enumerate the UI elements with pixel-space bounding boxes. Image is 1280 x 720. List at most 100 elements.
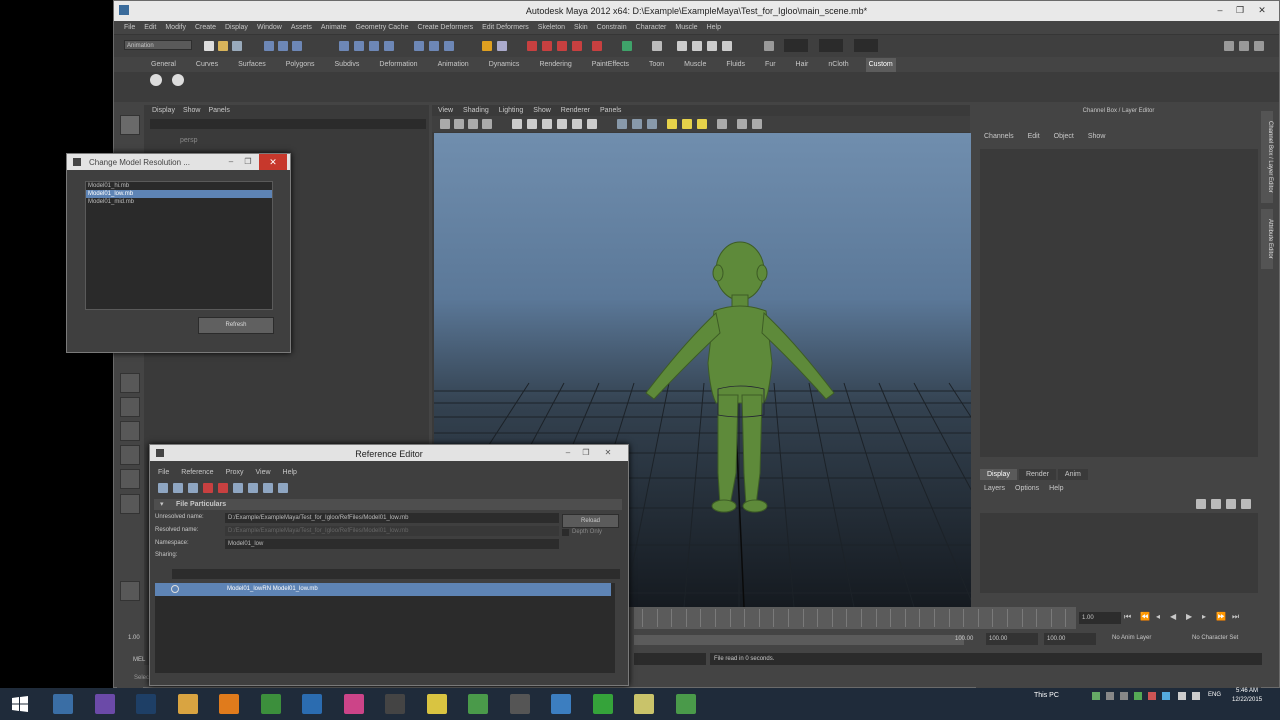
tree-view-icon[interactable]: [263, 483, 273, 493]
layout-custom-icon[interactable]: [120, 581, 140, 601]
wireframe-icon[interactable]: [617, 119, 627, 129]
shelf-tab-rendering[interactable]: Rendering: [536, 58, 574, 72]
reload-reference-icon[interactable]: [173, 483, 183, 493]
vp-menu-panels[interactable]: Panels: [600, 105, 621, 116]
vp-menu-view[interactable]: View: [438, 105, 453, 116]
safe-action-icon[interactable]: [587, 119, 597, 129]
snap-plane-icon[interactable]: [384, 41, 394, 51]
panel-three-icon[interactable]: [722, 41, 732, 51]
film-gate-icon[interactable]: [527, 119, 537, 129]
reference-tree[interactable]: Model01_lowRN Model01_low.mb: [155, 583, 615, 673]
menu-edit[interactable]: Edit: [144, 21, 156, 34]
re-menu-proxy[interactable]: Proxy: [226, 469, 244, 476]
outliner-menu-panels[interactable]: Panels: [208, 105, 229, 117]
menu-help[interactable]: Help: [707, 21, 721, 34]
tray-icon-4[interactable]: [1134, 692, 1142, 700]
step-forward-icon[interactable]: ⏩: [1216, 612, 1226, 621]
toggle-panel-icon[interactable]: [652, 41, 662, 51]
command-language[interactable]: MEL: [133, 657, 145, 663]
shelf-tab-curves[interactable]: Curves: [193, 58, 221, 72]
menu-animate[interactable]: Animate: [321, 21, 347, 34]
menu-skeleton[interactable]: Skeleton: [538, 21, 565, 34]
layout-outliner-icon[interactable]: [120, 469, 140, 489]
panel-one-icon[interactable]: [692, 41, 702, 51]
anim-start-field[interactable]: 100.00: [986, 633, 1038, 645]
magnet-icon[interactable]: [497, 41, 507, 51]
layer-editor-area[interactable]: [980, 513, 1258, 593]
shelf-tab-custom[interactable]: Custom: [865, 58, 896, 72]
clock-date[interactable]: 12/22/2015: [1232, 697, 1262, 703]
hypershade-icon[interactable]: [572, 41, 582, 51]
character-set-dropdown[interactable]: No Character Set: [1192, 635, 1238, 641]
tray-icon-1[interactable]: [1092, 692, 1100, 700]
shelf-script-icon-2[interactable]: [172, 74, 184, 86]
layer-menu-options[interactable]: Options: [1015, 485, 1039, 492]
cb-menu-object[interactable]: Object: [1054, 131, 1074, 143]
taskbar-visual-studio-button[interactable]: [88, 690, 122, 718]
shadows-icon[interactable]: [697, 119, 707, 129]
replace-reference-icon[interactable]: [233, 483, 243, 493]
render-frame-icon[interactable]: [527, 41, 537, 51]
go-to-start-icon[interactable]: ⏮: [1124, 612, 1131, 622]
import-reference-icon[interactable]: [188, 483, 198, 493]
z-field[interactable]: [854, 39, 878, 52]
menu-create[interactable]: Create: [195, 21, 216, 34]
taskbar-line-button[interactable]: [586, 690, 620, 718]
grid-toggle-icon[interactable]: [512, 119, 522, 129]
menu-skin[interactable]: Skin: [574, 21, 588, 34]
xray-icon[interactable]: [717, 119, 727, 129]
layer-tab-anim[interactable]: Anim: [1057, 469, 1088, 480]
shelf-tab-dynamics[interactable]: Dynamics: [486, 58, 523, 72]
menu-file[interactable]: File: [124, 21, 135, 34]
shelf-tab-polygons[interactable]: Polygons: [283, 58, 318, 72]
snapshot-icon[interactable]: [677, 41, 687, 51]
taskbar-chrome-button[interactable]: [254, 690, 288, 718]
list-item[interactable]: Model01_low.mb: [86, 190, 272, 198]
taskbar-sticky-button[interactable]: [627, 690, 661, 718]
network-icon[interactable]: [1178, 692, 1186, 700]
maximize-button[interactable]: ❐: [1233, 4, 1247, 16]
anim-layer-dropdown[interactable]: No Anim Layer: [1112, 635, 1151, 641]
volume-icon[interactable]: [1192, 692, 1200, 700]
close-button[interactable]: ✕: [1255, 4, 1269, 16]
layout-grid-icon[interactable]: [120, 445, 140, 465]
taskbar-blender-button[interactable]: [212, 690, 246, 718]
y-field[interactable]: [819, 39, 843, 52]
taskbar-photoshop-button[interactable]: [129, 690, 163, 718]
ipr-render-icon[interactable]: [542, 41, 552, 51]
open-scene-icon[interactable]: [218, 41, 228, 51]
hud-icon[interactable]: [752, 119, 762, 129]
layout-graph-icon[interactable]: [120, 494, 140, 514]
menu-edit-deformers[interactable]: Edit Deformers: [482, 21, 529, 34]
menu-create-deformers[interactable]: Create Deformers: [417, 21, 473, 34]
menu-muscle[interactable]: Muscle: [675, 21, 697, 34]
menu-geometry-cache[interactable]: Geometry Cache: [356, 21, 409, 34]
re-maximize-button[interactable]: ❐: [580, 447, 592, 459]
wire-on-shaded-icon[interactable]: [647, 119, 657, 129]
select-object-icon[interactable]: [278, 41, 288, 51]
smooth-shade-icon[interactable]: [632, 119, 642, 129]
outliner-menu-show[interactable]: Show: [183, 105, 201, 117]
side-tab-attribute-editor[interactable]: Attribute Editor: [1261, 209, 1273, 269]
snap-grid-icon[interactable]: [339, 41, 349, 51]
this-pc-label[interactable]: This PC: [1034, 692, 1059, 699]
shelf-tab-fluids[interactable]: Fluids: [723, 58, 748, 72]
layer-menu-layers[interactable]: Layers: [984, 485, 1005, 492]
outliner-filter-field[interactable]: [150, 119, 426, 129]
taskbar-file-manager-button[interactable]: [171, 690, 205, 718]
list-item[interactable]: Model01_mid.mb: [86, 198, 272, 206]
menu-constrain[interactable]: Constrain: [597, 21, 627, 34]
refresh-button[interactable]: Refresh: [198, 317, 274, 334]
vp-menu-show[interactable]: Show: [533, 105, 551, 116]
taskbar-folder-button[interactable]: [420, 690, 454, 718]
flat-view-icon[interactable]: [278, 483, 288, 493]
range-slider[interactable]: [634, 635, 964, 645]
layout-four-icon[interactable]: [120, 397, 140, 417]
history-icon[interactable]: [414, 41, 424, 51]
move-layer-up-icon[interactable]: [1226, 499, 1236, 509]
x-field[interactable]: [784, 39, 808, 52]
unresolved-name-field[interactable]: D:/Example/ExampleMaya/Test_for_Igloo/Re…: [225, 513, 559, 523]
menu-modify[interactable]: Modify: [165, 21, 186, 34]
attribute-toggle-icon[interactable]: [1239, 41, 1249, 51]
taskbar-word-pad-button[interactable]: [295, 690, 329, 718]
